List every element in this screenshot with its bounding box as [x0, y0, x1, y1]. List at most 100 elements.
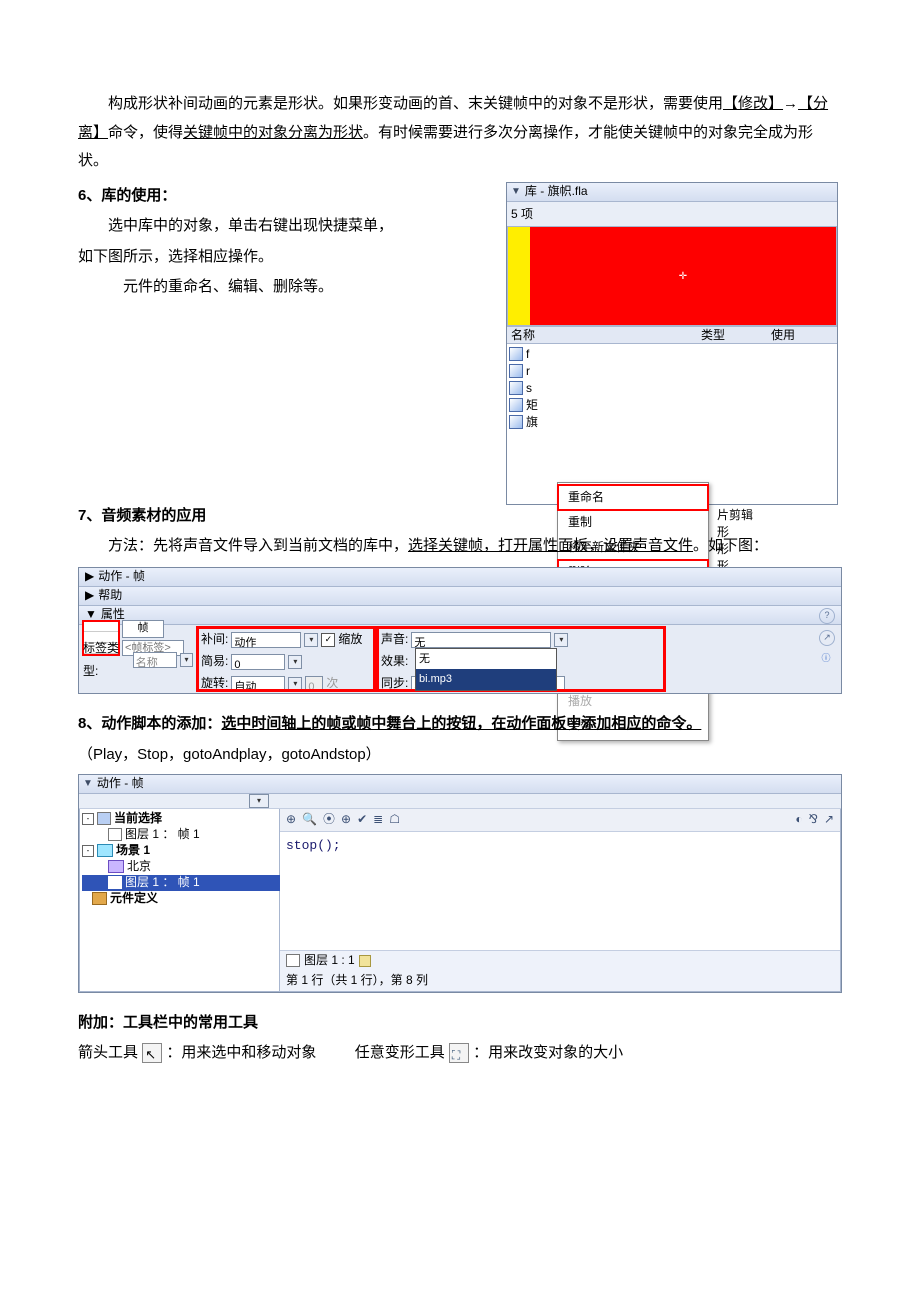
library-list: f r s 矩 旗 重命名 重制 移至新文件夹 删除 编辑 编辑方式... 属性… [507, 344, 837, 504]
actions-footer: 图层 1 : 1 第 1 行（共 1 行），第 8 列 [280, 950, 840, 991]
symbol-icon [509, 381, 523, 395]
crosshair-icon[interactable]: ⊕ [341, 808, 351, 831]
collapse-box-icon[interactable]: - [82, 845, 94, 857]
actions-tree: - 当前选择 图层 1 ： 帧 1 - 场景 1 北京 [80, 809, 280, 991]
sec8-title: 8、动作脚本的添加：选中时间轴上的帧或帧中舞台上的按钮，在动作面板中添加相应的命… [78, 708, 842, 740]
col-use[interactable]: 使用 [771, 324, 795, 347]
pin-row: 图层 1 : 1 [286, 953, 834, 969]
info-icon[interactable]: ⓘ [819, 652, 833, 666]
sound-select[interactable]: 无 [411, 632, 551, 648]
code-editor[interactable]: stop(); [280, 832, 840, 950]
dropdown-icon[interactable]: ▾ [288, 655, 302, 669]
sec8-title-u: 选中时间轴上的帧或帧中舞台上的按钮，在动作面板中添加相应的命令。 [221, 715, 701, 732]
transform-tool-label: 任意变形工具 [355, 1044, 445, 1061]
subbar-dropdown-icon[interactable]: ▾ [249, 794, 269, 808]
sound-option-none[interactable]: 无 [416, 649, 556, 670]
free-transform-tool-icon[interactable] [449, 1043, 469, 1063]
panel-tab-properties[interactable]: ▼属性 [79, 606, 841, 625]
scale-checkbox[interactable]: ✓ [321, 633, 335, 647]
panel-tab-help[interactable]: ▶帮助 [79, 587, 841, 606]
sync-label: 同步: [381, 672, 408, 695]
panel-tab-actions[interactable]: ▶动作 - 帧 [79, 568, 841, 587]
section-7: 7、音频素材的应用 方法：先将声音文件导入到当前文档的库中，选择关键帧，打开属性… [78, 502, 842, 694]
pin-icon[interactable] [359, 955, 371, 967]
ease-label: 简易: [201, 650, 228, 673]
sec8-funcs: （Play，Stop，gotoAndplay，gotoAndstop） [78, 741, 842, 770]
dropdown-icon[interactable]: ▾ [180, 653, 193, 667]
intro-paragraph: 构成形状补间动画的元素是形状。如果形变动画的首、末关键帧中的对象不是形状，需要使… [78, 90, 842, 176]
preview-red-area: ✛ [530, 227, 836, 325]
sec7-text-a: 方法：先将声音文件导入到当前文档的库中， [108, 537, 408, 554]
collapse-box-icon[interactable]: - [82, 813, 94, 825]
reference-icon[interactable]: ◐ [795, 808, 802, 831]
transform-tool-desc: ：用来改变对象的大小 [473, 1044, 623, 1061]
row-prefix: 旗 [526, 411, 538, 434]
collapse-icon[interactable]: ▼ [83, 774, 93, 793]
expand-panel-icon[interactable]: ↗ [819, 630, 835, 646]
library-row-icons: f r s 矩 旗 [507, 344, 553, 504]
properties-panel: ▶动作 - 帧 ▶帮助 ▼属性 帧 标签类型: 名称 ▾ [78, 567, 842, 694]
spacer [321, 1044, 351, 1061]
find-icon[interactable]: 🔍 [302, 808, 317, 831]
target-icon[interactable]: ⦿ [323, 808, 335, 831]
panel-side-icons: ? ↗ ⓘ [819, 608, 835, 666]
selection-icon [97, 812, 111, 825]
collapse-icon[interactable]: ▼ [511, 182, 521, 201]
library-panel: ▼ 库 - 旗帜.fla 5 项 ✛ 名称 类型 使用 f r s 矩 旗 重命… [506, 182, 838, 506]
actions-subbar: ▾ [79, 794, 841, 809]
frame-identity-col: 帧 标签类型: 名称 ▾ [83, 629, 193, 689]
label-type-select[interactable]: 名称 [133, 652, 177, 668]
appendix-tools-line: 箭头工具 ：用来选中和移动对象 任意变形工具 ：用来改变对象的大小 [78, 1039, 842, 1068]
intro-arrow: → [783, 95, 798, 112]
sound-option-bi[interactable]: bi.mp3 [416, 669, 556, 690]
sec7-tail: 。如下图： [693, 537, 768, 554]
symbol-icon [509, 398, 523, 412]
frame-label: 帧 [122, 620, 164, 638]
arrow-tool-label: 箭头工具 [78, 1044, 138, 1061]
actions-panel: ▼ 动作 - 帧 ▾ - 当前选择 图层 1 ： 帧 1 - 场景 [78, 774, 842, 993]
ease-input[interactable]: 0 [231, 654, 285, 670]
effect-label: 效果: [381, 650, 408, 673]
toolbar-left-icons: ⊕ 🔍 ⦿ ⊕ ✔ ≣ ☖ [286, 808, 400, 831]
tree-layer-frame[interactable]: 图层 1 ： 帧 1 [82, 827, 277, 843]
intro-text-a: 构成形状补间动画的元素是形状。如果形变动画的首、末关键帧中的对象不是形状，需要使… [108, 95, 723, 112]
properties-body: 帧 标签类型: 名称 ▾ 补间: 动作 ▾ ✓ 缩放 [79, 625, 841, 693]
library-title: 库 - 旗帜.fla [525, 180, 588, 203]
appendix-title: 附加：工具栏中的常用工具 [78, 1009, 842, 1038]
arrow-tool-icon[interactable] [142, 1043, 162, 1063]
tree-symdef-label: 元件定义 [110, 887, 158, 910]
library-title-bar[interactable]: ▼ 库 - 旗帜.fla [507, 183, 837, 202]
tween-label: 补间: [201, 628, 228, 651]
rotate-unit: 次 [326, 672, 338, 695]
dropdown-icon[interactable]: ▾ [288, 677, 302, 691]
options-icon[interactable]: ⅋ [809, 808, 818, 831]
check-icon[interactable]: ✔ [357, 808, 367, 831]
symbol-def-icon [92, 892, 107, 905]
format-icon[interactable]: ≣ [373, 808, 383, 831]
movieclip-icon [108, 860, 124, 873]
help-icon[interactable]: ? [819, 608, 835, 624]
dropdown-icon[interactable]: ▾ [554, 633, 568, 647]
add-icon[interactable]: ⊕ [286, 808, 296, 831]
actions-body: - 当前选择 图层 1 ： 帧 1 - 场景 1 北京 [79, 809, 841, 992]
actions-toolbar: ⊕ 🔍 ⦿ ⊕ ✔ ≣ ☖ ◐ ⅋ ↗ [280, 809, 840, 832]
center-cross-icon: ✛ [679, 267, 687, 286]
col-name[interactable]: 名称 [507, 324, 701, 347]
col-type[interactable]: 类型 [701, 324, 771, 347]
popout-icon[interactable]: ↗ [824, 808, 834, 831]
code-line: stop(); [286, 838, 341, 853]
debug-icon[interactable]: ☖ [389, 808, 400, 831]
library-columns: 名称 类型 使用 [507, 326, 837, 344]
library-preview: ✛ [507, 227, 837, 326]
rotate-select[interactable]: 自动 [231, 676, 285, 692]
cursor-position: 第 1 行（共 1 行），第 8 列 [286, 969, 834, 992]
sound-dropdown-list: 无 bi.mp3 [415, 648, 557, 692]
actions-title: 动作 - 帧 [97, 772, 144, 795]
scene-icon [97, 844, 113, 857]
intro-text-b: 命令，使得 [108, 124, 183, 141]
dropdown-icon[interactable]: ▾ [304, 633, 318, 647]
toolbar-right-icons: ◐ ⅋ ↗ [795, 808, 834, 831]
tween-select[interactable]: 动作 [231, 632, 301, 648]
scale-label: 缩放 [338, 628, 362, 651]
actions-title-bar[interactable]: ▼ 动作 - 帧 [79, 775, 841, 794]
